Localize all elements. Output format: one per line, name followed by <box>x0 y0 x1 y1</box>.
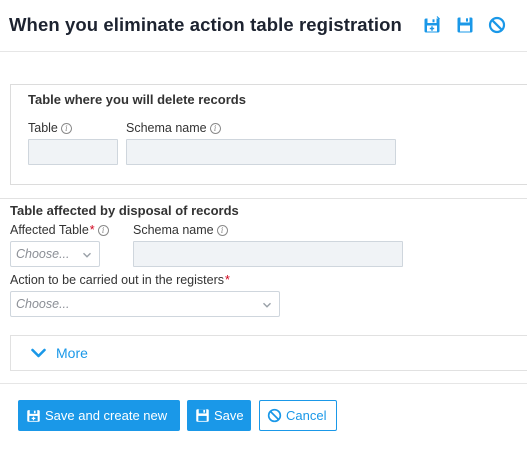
save-button[interactable]: Save <box>187 400 251 431</box>
section-title: Table affected by disposal of records <box>10 203 239 218</box>
table-label: Table i <box>28 121 72 135</box>
footer-divider <box>0 383 527 384</box>
chevron-down-icon <box>83 252 91 258</box>
affected-table-select[interactable]: Choose... <box>10 241 100 267</box>
required-mark: * <box>89 223 95 237</box>
info-icon[interactable]: i <box>60 122 72 134</box>
more-toggle[interactable]: More <box>10 335 527 371</box>
cancel-icon[interactable] <box>488 16 506 34</box>
chevron-down-icon <box>263 302 271 308</box>
section-divider <box>0 198 527 199</box>
schema-name-label: Schema name i <box>133 223 228 237</box>
cancel-button[interactable]: Cancel <box>259 400 337 431</box>
action-label: Action to be carried out in the register… <box>10 273 230 287</box>
table-field <box>28 139 118 165</box>
select-placeholder: Choose... <box>16 297 70 311</box>
action-select[interactable]: Choose... <box>10 291 280 317</box>
info-icon[interactable]: i <box>209 122 221 134</box>
schema-name-field <box>126 139 396 165</box>
cancel-icon <box>267 408 282 423</box>
affected-schema-name-field <box>133 241 403 267</box>
chevron-down-icon <box>31 348 46 358</box>
schema-name-label: Schema name i <box>126 121 221 135</box>
select-placeholder: Choose... <box>16 247 70 261</box>
button-label: Save <box>214 408 244 423</box>
button-label: Cancel <box>286 408 327 423</box>
save-icon[interactable] <box>456 16 474 34</box>
info-icon[interactable]: i <box>216 224 228 236</box>
required-mark: * <box>225 273 230 287</box>
save-and-new-icon <box>27 410 40 422</box>
dialog-title: When you eliminate action table registra… <box>9 14 402 35</box>
affected-table-label: Affected Table * i <box>10 223 109 237</box>
save-and-create-new-button[interactable]: Save and create new <box>18 400 180 431</box>
dialog: When you eliminate action table registra… <box>0 0 527 450</box>
section-title: Table where you will delete records <box>28 92 246 107</box>
dialog-header: When you eliminate action table registra… <box>0 0 527 52</box>
save-and-new-icon[interactable] <box>423 16 441 34</box>
info-icon[interactable]: i <box>97 224 109 236</box>
delete-records-section: Table where you will delete records Tabl… <box>10 84 527 185</box>
button-label: Save and create new <box>45 408 168 423</box>
save-icon <box>196 409 209 422</box>
more-label: More <box>56 345 88 361</box>
